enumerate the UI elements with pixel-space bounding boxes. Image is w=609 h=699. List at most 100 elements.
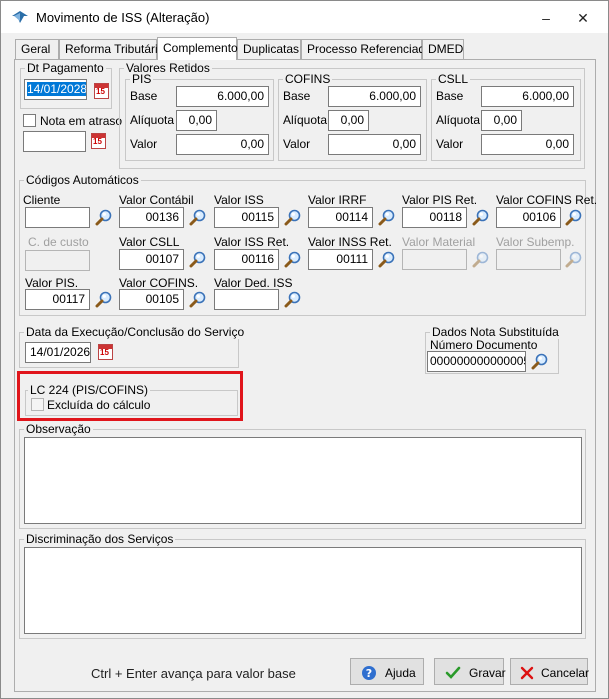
search-icon[interactable]	[189, 208, 207, 226]
search-icon[interactable]	[95, 208, 113, 226]
tab-duplicatas[interactable]: Duplicatas	[237, 39, 301, 59]
valor-cofins-ret-input[interactable]: 00106	[496, 207, 561, 228]
cofins-aliquota-label: Alíquota	[283, 113, 328, 127]
tab-complemento[interactable]: Complemento	[157, 37, 238, 60]
close-button[interactable]: ✕	[568, 7, 598, 29]
cofins-valor-label: Valor	[283, 137, 311, 151]
pis-label: PIS	[130, 72, 154, 86]
dt-pagamento-label: Dt Pagamento	[25, 61, 106, 75]
ajuda-button[interactable]: ? Ajuda	[350, 658, 424, 685]
valor-iss-input[interactable]: 00115	[214, 207, 279, 228]
csll-valor-label: Valor	[436, 137, 464, 151]
valor-pis-ret-input[interactable]: 00118	[402, 207, 467, 228]
cancelar-button[interactable]: Cancelar	[510, 658, 590, 685]
csll-base-label: Base	[436, 89, 464, 103]
valor-contabil-input[interactable]: 00136	[119, 207, 184, 228]
csll-aliquota-label: Alíquota	[436, 113, 481, 127]
valor-iss-label: Valor ISS	[214, 193, 264, 207]
checkmark-icon	[445, 666, 461, 679]
tab-processo-referenciado[interactable]: Processo Referenciado	[301, 39, 432, 59]
minimize-button[interactable]: –	[531, 7, 561, 29]
valor-irrf-label: Valor IRRF	[308, 193, 367, 207]
valor-inss-ret-label: Valor INSS Ret.	[308, 235, 392, 249]
cliente-label: Cliente	[23, 193, 61, 207]
valor-cofins-label: Valor COFINS.	[119, 276, 199, 290]
csll-base-input[interactable]: 6.000,00	[481, 86, 574, 107]
cofins-valor-input[interactable]: 0,00	[328, 134, 421, 155]
calendar-icon[interactable]: 15	[98, 344, 113, 360]
nota-em-atraso-checkbox[interactable]	[23, 114, 36, 127]
search-icon[interactable]	[189, 250, 207, 268]
search-icon[interactable]	[565, 208, 583, 226]
tab-geral[interactable]: Geral	[15, 39, 59, 59]
search-icon[interactable]	[284, 250, 302, 268]
dt-pagamento-input[interactable]: 14/01/2028	[24, 79, 87, 100]
numero-documento-input[interactable]: 000000000000005	[427, 351, 526, 372]
valor-iss-ret-input[interactable]: 00116	[214, 249, 279, 270]
search-icon[interactable]	[284, 290, 302, 308]
valor-pis-label: Valor PIS.	[25, 276, 79, 290]
tab-dmed[interactable]: DMED	[422, 39, 464, 59]
nota-substituida-label: Dados Nota Substituída	[430, 325, 561, 339]
pis-aliquota-label: Alíquota	[130, 113, 175, 127]
search-icon[interactable]	[378, 250, 396, 268]
codigos-automaticos-label: Códigos Automáticos	[24, 173, 141, 187]
numero-documento-label: Número Documento	[430, 338, 538, 352]
title-bar: Movimento de ISS (Alteração) – ✕	[1, 1, 608, 33]
csll-aliquota-input[interactable]: 0,00	[481, 110, 522, 131]
data-execucao-label: Data da Execução/Conclusão do Serviço	[24, 325, 247, 339]
ajuda-label: Ajuda	[385, 666, 416, 680]
cofins-base-input[interactable]: 6.000,00	[328, 86, 421, 107]
calendar-icon[interactable]: 15	[91, 133, 106, 149]
cofins-aliquota-input[interactable]: 0,00	[328, 110, 369, 131]
search-icon[interactable]	[189, 290, 207, 308]
dialog-window: Movimento de ISS (Alteração) – ✕ Geral R…	[0, 0, 609, 699]
observacao-label: Observação	[24, 422, 93, 436]
valor-iss-ret-label: Valor ISS Ret.	[214, 235, 290, 249]
pis-aliquota-input[interactable]: 0,00	[176, 110, 217, 131]
gravar-label: Gravar	[469, 666, 506, 680]
search-icon[interactable]	[531, 352, 549, 370]
close-icon	[520, 666, 534, 680]
observacao-textarea[interactable]	[24, 437, 582, 524]
search-icon[interactable]	[284, 208, 302, 226]
discriminacao-label: Discriminação dos Serviços	[24, 532, 176, 546]
valor-material-input	[402, 249, 467, 270]
pis-valor-label: Valor	[130, 137, 158, 151]
calendar-icon[interactable]: 15	[94, 83, 109, 99]
pis-base-label: Base	[130, 89, 158, 103]
valor-subemp-input	[496, 249, 561, 270]
cancelar-label: Cancelar	[541, 666, 590, 680]
c-de-custo-input	[25, 250, 90, 271]
csll-label: CSLL	[436, 72, 471, 86]
pis-valor-input[interactable]: 0,00	[176, 134, 269, 155]
tab-reforma-tributaria[interactable]: Reforma Tributária	[59, 39, 164, 59]
search-icon[interactable]	[472, 208, 490, 226]
valor-material-label: Valor Material	[402, 235, 476, 249]
valor-csll-label: Valor CSLL	[119, 235, 180, 249]
gravar-button[interactable]: Gravar	[434, 658, 506, 685]
valor-pis-ret-label: Valor PIS Ret.	[402, 193, 478, 207]
discriminacao-textarea[interactable]	[24, 547, 582, 634]
valor-irrf-input[interactable]: 00114	[308, 207, 373, 228]
help-icon: ?	[362, 666, 376, 680]
csll-valor-input[interactable]: 0,00	[481, 134, 574, 155]
search-icon	[565, 250, 583, 268]
close-icon: ✕	[577, 10, 589, 26]
c-de-custo-label: C. de custo	[28, 235, 89, 249]
valor-subemp-label: Valor Subemp.	[496, 235, 575, 249]
data-execucao-input[interactable]: 14/01/2026	[25, 342, 91, 363]
cliente-input[interactable]	[25, 207, 90, 228]
valor-inss-ret-input[interactable]: 00111	[308, 249, 373, 270]
valor-ded-iss-label: Valor Ded. ISS	[214, 276, 293, 290]
pis-base-input[interactable]: 6.000,00	[176, 86, 269, 107]
search-icon[interactable]	[378, 208, 396, 226]
nota-em-atraso-date-input[interactable]	[23, 131, 86, 152]
valor-cofins-input[interactable]: 00105	[119, 289, 184, 310]
search-icon[interactable]	[95, 290, 113, 308]
valor-pis-input[interactable]: 00117	[25, 289, 90, 310]
cofins-label: COFINS	[283, 72, 333, 86]
cofins-base-label: Base	[283, 89, 311, 103]
valor-ded-iss-input[interactable]	[214, 289, 279, 310]
valor-csll-input[interactable]: 00107	[119, 249, 184, 270]
